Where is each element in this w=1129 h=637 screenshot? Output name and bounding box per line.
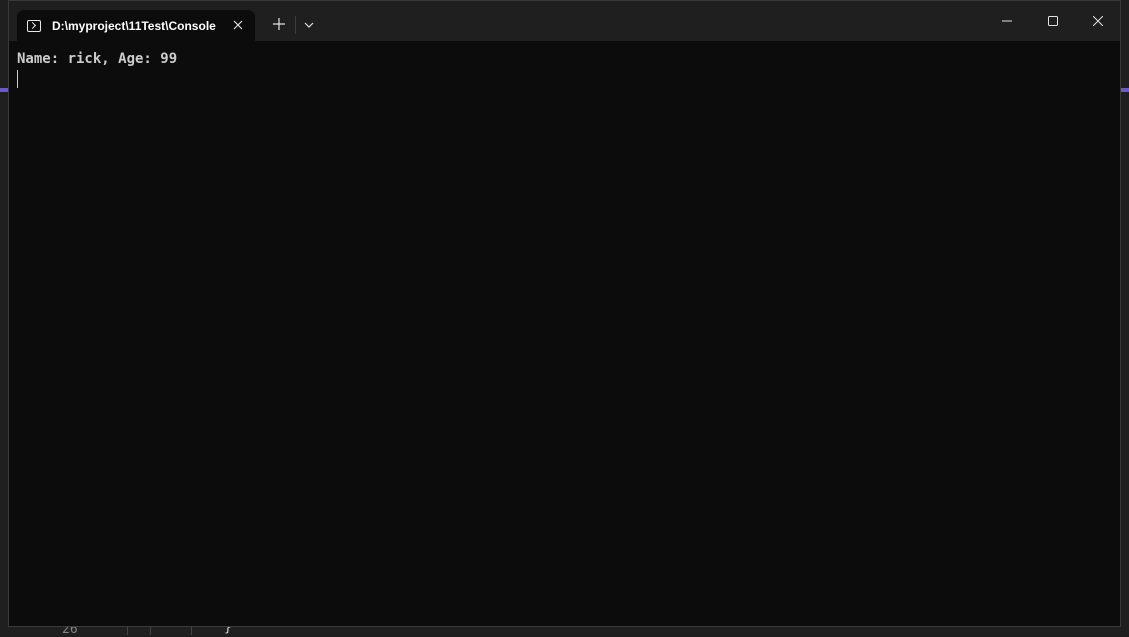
- title-bar[interactable]: D:\myproject\11Test\ConsoleApp: [9, 1, 1120, 41]
- maximize-button[interactable]: [1030, 1, 1076, 41]
- text-cursor: [17, 70, 18, 88]
- terminal-output-area[interactable]: Name: rick, Age: 99: [9, 41, 1120, 626]
- terminal-window: D:\myproject\11Test\ConsoleApp Name: ric…: [8, 0, 1121, 627]
- close-icon[interactable]: [229, 16, 247, 34]
- maximize-icon: [1048, 16, 1058, 26]
- editor-accent-strip-right: [1121, 88, 1129, 92]
- gutter-divider: [150, 626, 151, 635]
- editor-accent-strip: [0, 88, 8, 92]
- tab-console[interactable]: D:\myproject\11Test\ConsoleApp: [17, 10, 255, 41]
- output-line: Name: rick, Age: 99: [17, 51, 178, 67]
- chevron-down-icon: [304, 22, 314, 28]
- new-tab-button[interactable]: [268, 13, 290, 35]
- tab-title: D:\myproject\11Test\ConsoleApp: [52, 18, 216, 33]
- dropdown-button[interactable]: [298, 14, 320, 36]
- minimize-button[interactable]: [984, 1, 1030, 41]
- plus-icon: [273, 18, 285, 30]
- tab-separator: [295, 16, 296, 34]
- window-close-icon: [1093, 16, 1103, 26]
- gutter-divider: [127, 626, 128, 635]
- minimize-icon: [1002, 20, 1012, 22]
- terminal-icon: [27, 19, 41, 32]
- window-close-button[interactable]: [1075, 1, 1121, 41]
- gutter-divider: [191, 626, 192, 635]
